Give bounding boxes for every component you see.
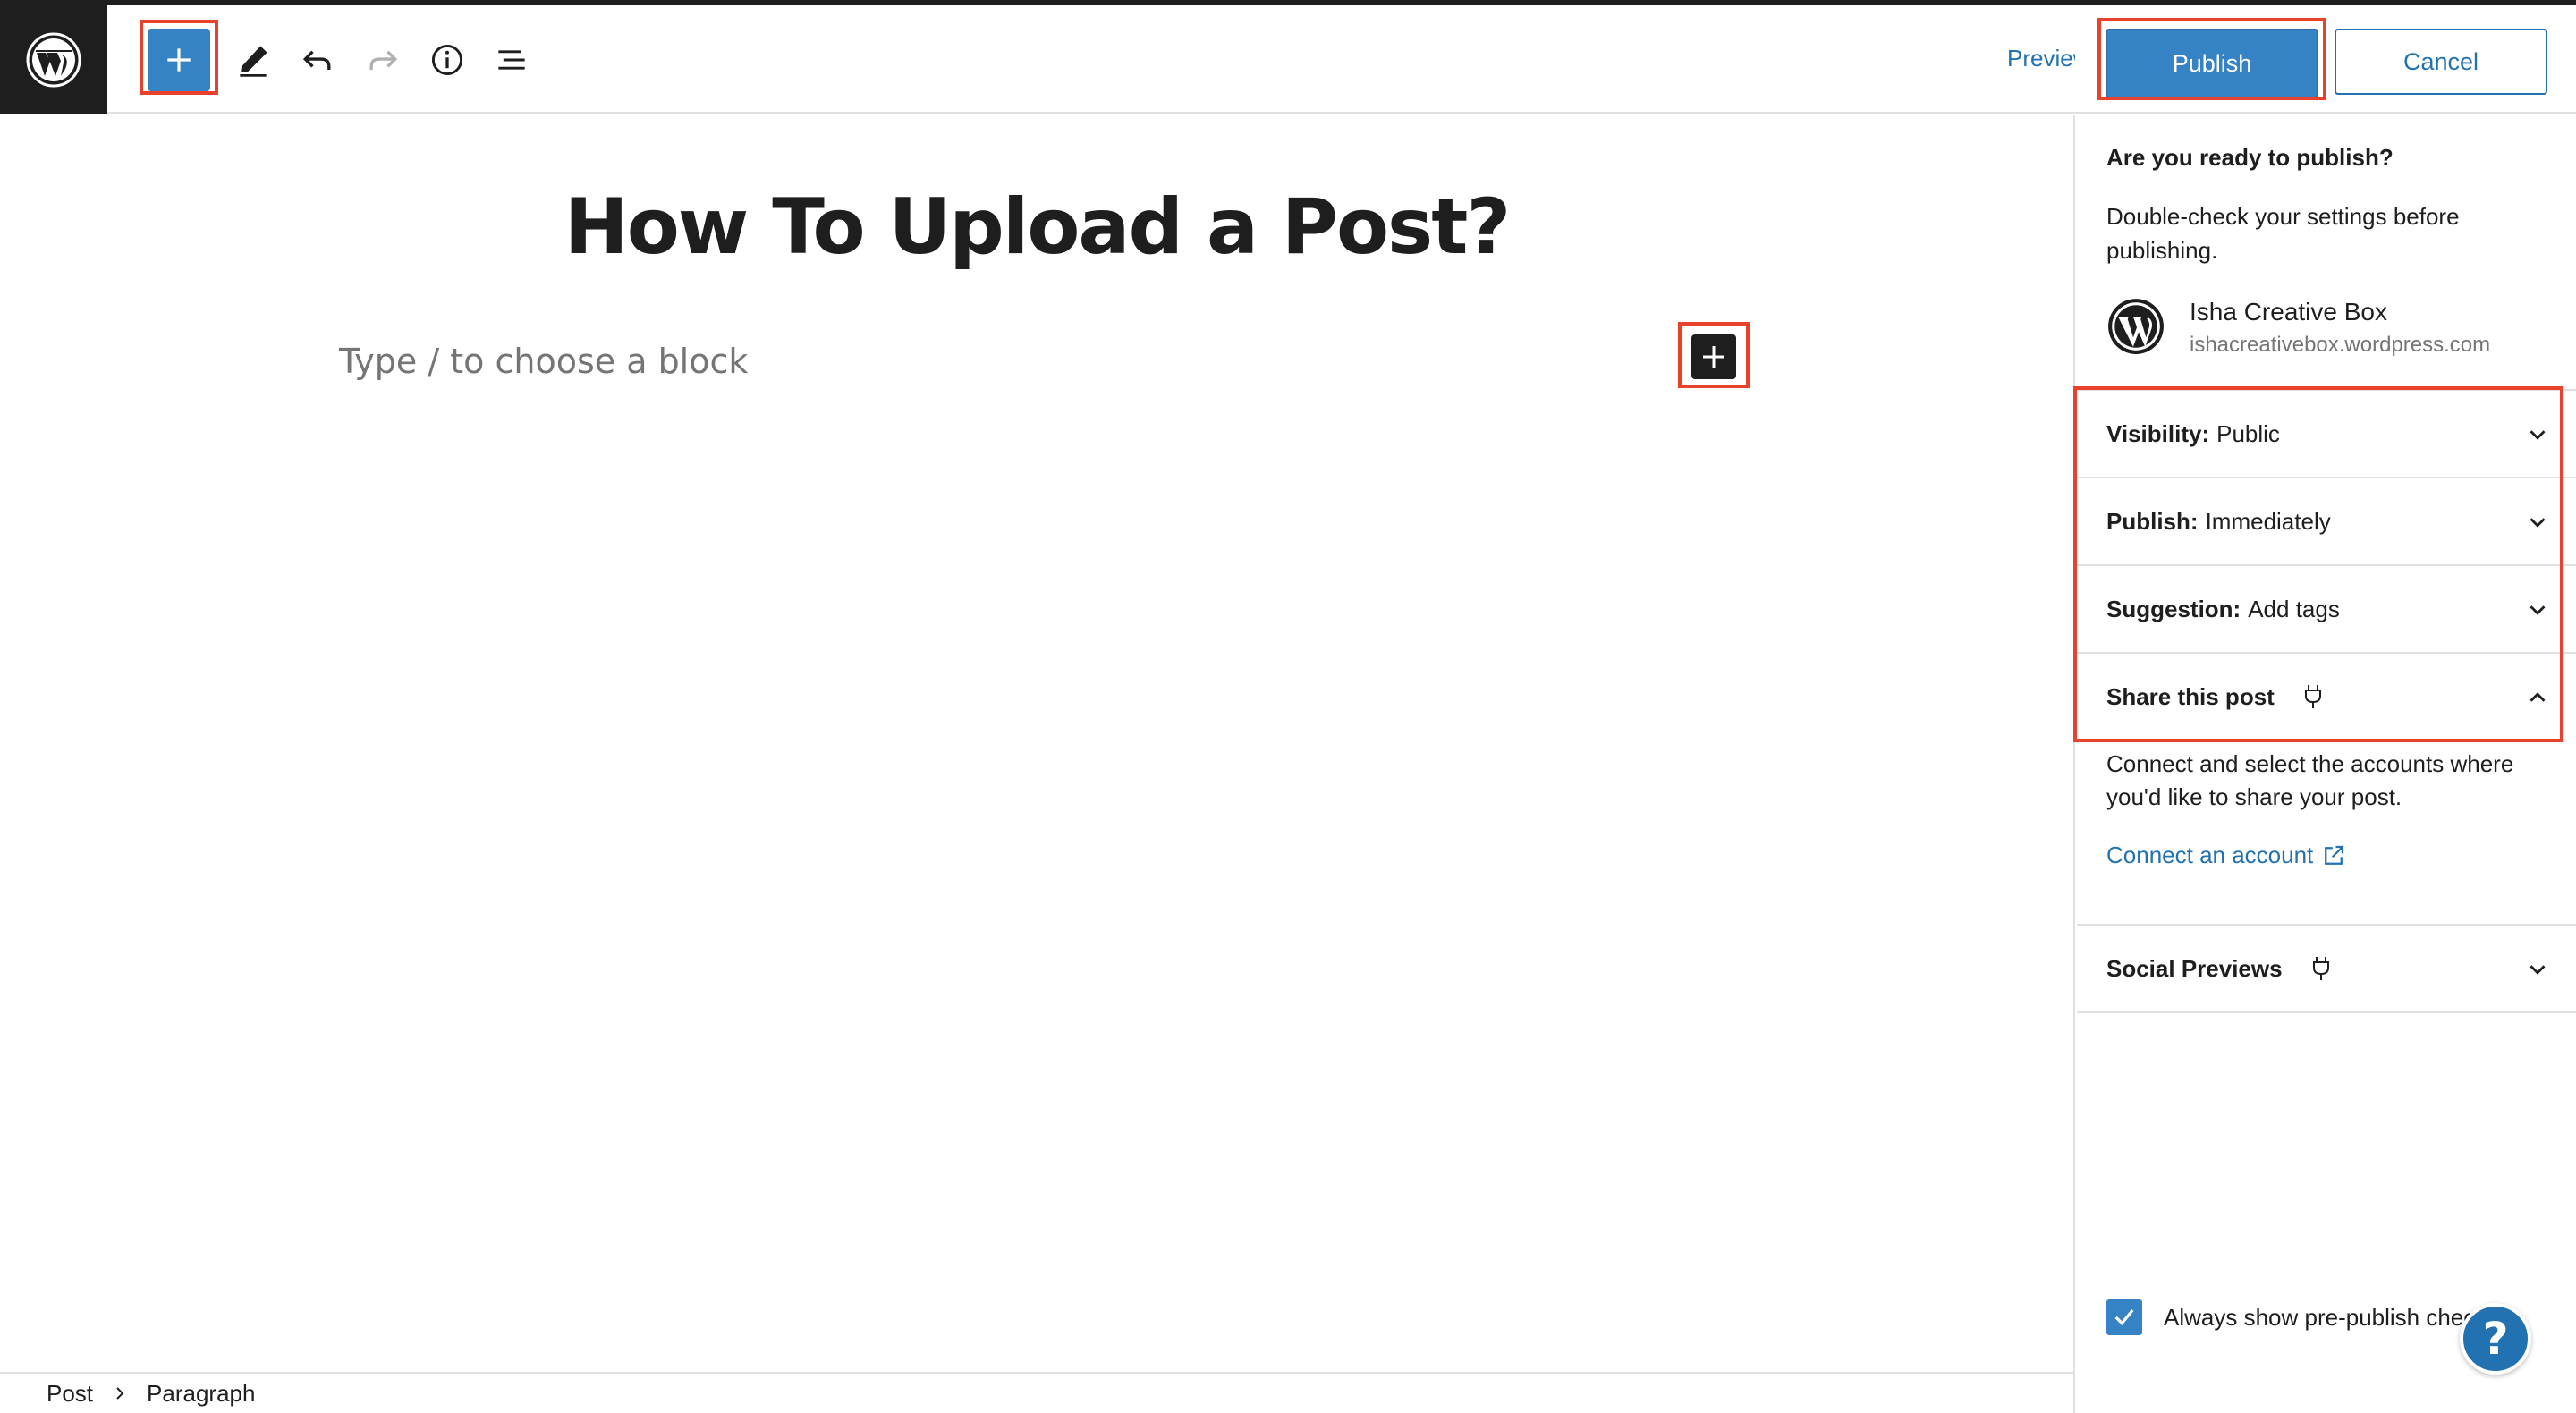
help-button[interactable]: ? — [2460, 1303, 2531, 1375]
preview-button[interactable]: Preview — [2007, 45, 2075, 72]
always-show-checkbox[interactable] — [2106, 1299, 2142, 1335]
external-link-icon — [2325, 845, 2344, 865]
block-placeholder[interactable]: Type / to choose a block — [339, 342, 748, 381]
editor-header: Preview Publish Cancel — [0, 5, 2576, 114]
chevron-down-icon — [2524, 956, 2551, 983]
undo-icon — [302, 50, 331, 70]
details-button[interactable] — [416, 29, 479, 91]
plus-icon — [1703, 346, 1724, 368]
pre-publish-panel: Are you ready to publish? Double-check y… — [2073, 115, 2576, 1413]
list-view-icon — [498, 50, 525, 70]
site-url: ishacreativebox.wordpress.com — [2190, 333, 2491, 357]
wordpress-logo-button[interactable] — [0, 5, 107, 114]
chevron-down-icon — [2524, 509, 2551, 536]
publish-button[interactable]: Publish — [2106, 29, 2318, 98]
redo-button[interactable] — [352, 29, 414, 91]
visibility-panel-toggle[interactable]: Visibility: Public — [2077, 389, 2576, 477]
info-icon — [431, 44, 463, 76]
breadcrumb-paragraph[interactable]: Paragraph — [147, 1380, 255, 1408]
chevron-up-icon — [2524, 684, 2551, 711]
site-logo — [2106, 297, 2165, 356]
social-previews-panel-toggle[interactable]: Social Previews — [2077, 924, 2576, 1013]
breadcrumb-post[interactable]: Post — [47, 1380, 93, 1408]
plug-icon — [2301, 683, 2325, 710]
panel-label: Share this post — [2106, 682, 2275, 710]
plug-icon — [2309, 955, 2333, 982]
panel-label: Visibility: — [2106, 419, 2210, 447]
cancel-button[interactable]: Cancel — [2334, 29, 2547, 95]
tools-button[interactable] — [222, 29, 284, 91]
always-show-label: Always show pre-publish checks — [2164, 1303, 2482, 1331]
ready-description: Double-check your settings before publis… — [2106, 203, 2460, 264]
panel-label: Suggestion: — [2106, 595, 2241, 622]
chevron-down-icon — [2524, 597, 2551, 623]
panel-label: Social Previews — [2106, 954, 2283, 982]
pencil-icon — [240, 46, 267, 77]
editor-canvas: How To Upload a Post? Type / to choose a… — [0, 115, 2073, 1373]
list-view-button[interactable] — [480, 29, 543, 91]
share-post-panel-toggle[interactable]: Share this post — [2077, 652, 2576, 740]
panel-value: Public — [2216, 419, 2280, 447]
always-show-checks: Always show pre-publish checks — [2106, 1299, 2482, 1335]
wordpress-icon — [26, 32, 81, 87]
site-name: Isha Creative Box — [2190, 298, 2387, 326]
suggestion-panel-toggle[interactable]: Suggestion: Add tags — [2077, 564, 2576, 652]
publish-schedule-panel-toggle[interactable]: Publish: Immediately — [2077, 477, 2576, 564]
add-block-button[interactable] — [1691, 334, 1736, 379]
undo-button[interactable] — [286, 29, 349, 91]
wordpress-icon — [2108, 299, 2164, 354]
panel-label: Publish: — [2106, 507, 2199, 535]
panel-value: Add tags — [2248, 595, 2340, 622]
redo-icon — [369, 50, 398, 70]
panel-value: Immediately — [2205, 507, 2331, 535]
chevron-down-icon — [2524, 421, 2551, 448]
plus-icon — [167, 48, 191, 72]
block-inserter-button[interactable] — [148, 29, 210, 91]
share-description: Connect and select the accounts where yo… — [2106, 750, 2514, 810]
chevron-right-icon — [113, 1386, 127, 1400]
ready-question: Are you ready to publish? — [2106, 144, 2394, 171]
breadcrumb: Post Paragraph — [0, 1372, 2073, 1413]
post-title[interactable]: How To Upload a Post? — [0, 182, 2073, 272]
checkmark-icon — [2114, 1308, 2134, 1326]
connect-account-label: Connect an account — [2106, 842, 2314, 868]
connect-account-link[interactable]: Connect an account — [2106, 842, 2347, 869]
